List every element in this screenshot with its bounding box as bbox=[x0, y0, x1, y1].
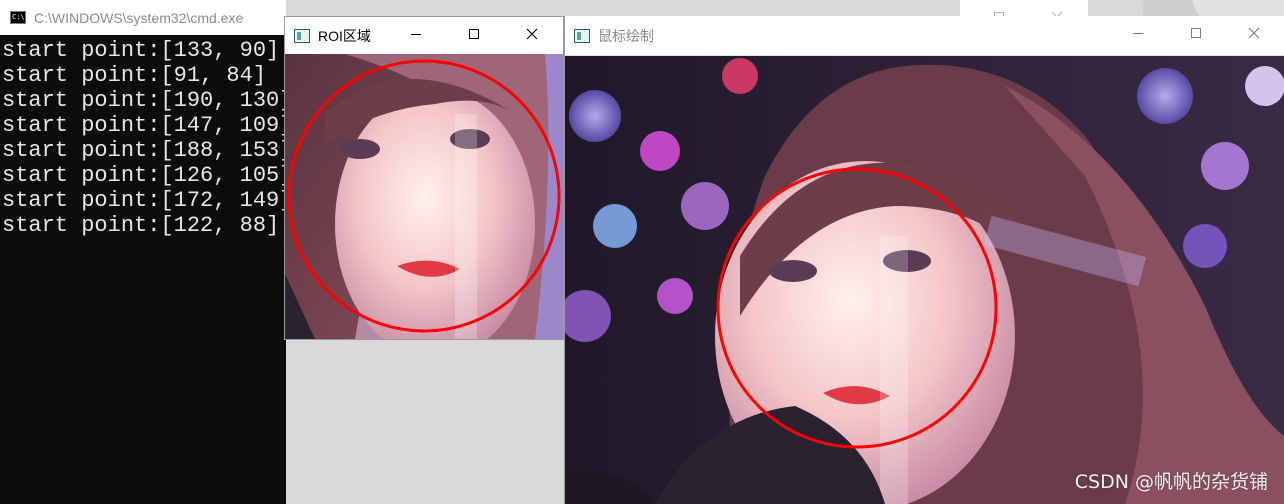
maximize-icon bbox=[469, 29, 479, 39]
roi-title: ROI区域 bbox=[318, 27, 371, 44]
roi-image bbox=[285, 54, 563, 339]
roi-window: ROI区域 bbox=[284, 16, 564, 340]
draw-titlebar[interactable]: 鼠标绘制 bbox=[565, 16, 1284, 56]
console-line: start point:[122, 88] bbox=[2, 213, 280, 238]
console-window: C:\ C:\WINDOWS\system32\cmd.exe start po… bbox=[0, 0, 292, 504]
opencv-window-icon bbox=[574, 28, 590, 43]
console-line: start point:[188, 153] bbox=[2, 138, 293, 163]
console-line: start point:[190, 130] bbox=[2, 88, 293, 113]
close-icon bbox=[526, 28, 538, 40]
drawing-canvas[interactable]: CSDN @帆帆的杂货铺 bbox=[565, 56, 1284, 504]
roi-titlebar[interactable]: ROI区域 bbox=[285, 17, 563, 54]
roi-minimize-button[interactable] bbox=[393, 17, 439, 51]
roi-maximize-button[interactable] bbox=[451, 17, 497, 51]
draw-title: 鼠标绘制 bbox=[598, 27, 654, 44]
close-icon bbox=[1248, 27, 1260, 39]
opencv-window-icon bbox=[294, 28, 310, 43]
console-line: start point:[91, 84] bbox=[2, 63, 267, 88]
console-line: start point:[126, 105] bbox=[2, 163, 293, 188]
console-title: C:\WINDOWS\system32\cmd.exe bbox=[34, 9, 244, 26]
console-line: start point:[147, 109] bbox=[2, 113, 293, 138]
minimize-icon bbox=[411, 34, 421, 35]
roi-close-button[interactable] bbox=[509, 17, 555, 51]
draw-minimize-button[interactable] bbox=[1115, 16, 1161, 50]
draw-maximize-button[interactable] bbox=[1173, 16, 1219, 50]
console-line: start point:[133, 90] bbox=[2, 38, 280, 63]
console-titlebar[interactable]: C:\ C:\WINDOWS\system32\cmd.exe bbox=[0, 0, 286, 35]
minimize-icon bbox=[1133, 33, 1143, 34]
maximize-icon bbox=[1191, 28, 1201, 38]
cmd-icon: C:\ bbox=[10, 11, 26, 24]
drawing-window: 鼠标绘制 CSDN @帆帆的杂货铺 bbox=[564, 16, 1284, 504]
console-output: start point:[133, 90] start point:[91, 8… bbox=[2, 38, 292, 238]
console-line: start point:[172, 149] bbox=[2, 188, 293, 213]
draw-close-button[interactable] bbox=[1231, 16, 1277, 50]
watermark: CSDN @帆帆的杂货铺 bbox=[1074, 471, 1268, 493]
